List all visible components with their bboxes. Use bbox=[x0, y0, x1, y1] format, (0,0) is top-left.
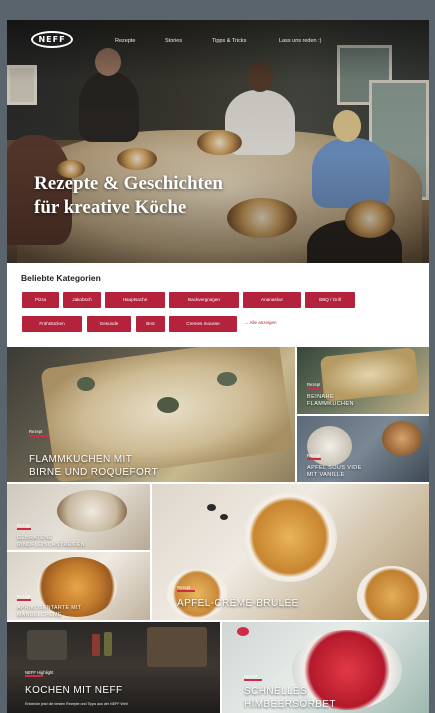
tile-accent-bar bbox=[244, 679, 262, 681]
tile-food-image bbox=[307, 426, 352, 466]
tile-food-image bbox=[242, 492, 337, 582]
tile-accent-bar bbox=[25, 675, 43, 677]
tile-title: Rindfleischstreifen bbox=[17, 542, 85, 548]
hero-banner: NEFF Rezepte Stories Tipps & Tricks Lass… bbox=[7, 20, 429, 263]
tile-tag: Rezept bbox=[307, 453, 321, 458]
tile-accent-bar bbox=[307, 458, 321, 460]
tile-food-detail bbox=[217, 372, 237, 386]
tile-subtitle: Entdecke jetzt die besten Rezepte und Ti… bbox=[25, 702, 128, 706]
tile-food-detail bbox=[207, 504, 216, 511]
tile-bottle-image bbox=[92, 634, 100, 656]
feature-tile-kochen-mit-neff[interactable]: NEFF Highlight Kochen mit NEFF Entdecke … bbox=[7, 622, 220, 713]
category-chip[interactable]: Frühstücken bbox=[22, 316, 82, 332]
tile-food-image bbox=[382, 421, 422, 456]
category-chip[interactable]: Cremes mousse bbox=[169, 316, 237, 332]
category-chip[interactable]: Pizza bbox=[22, 292, 59, 308]
tile-accent-bar bbox=[17, 599, 31, 601]
tile-title: Schnelles bbox=[244, 686, 308, 697]
tile-tag: Rezept bbox=[29, 429, 43, 434]
tile-food-image bbox=[57, 490, 127, 532]
category-chip[interactable]: BBQ / Grill bbox=[305, 292, 355, 308]
nav-link-reden[interactable]: Lass uns reden :) bbox=[279, 38, 322, 44]
nav-link-stories[interactable]: Stories bbox=[165, 38, 182, 44]
tile-food-image bbox=[319, 347, 420, 402]
tile-food-image bbox=[167, 569, 227, 619]
show-all-categories-link[interactable]: → Alle anzeigen bbox=[244, 320, 277, 325]
category-chip[interactable]: Jakobsch bbox=[63, 292, 101, 308]
tile-title: Apfel sous vide bbox=[307, 465, 362, 471]
top-navigation: NEFF Rezepte Stories Tipps & Tricks Lass… bbox=[7, 20, 429, 60]
category-chip[interactable]: Backvergnügen bbox=[169, 292, 239, 308]
categories-title: Beliebte Kategorien bbox=[21, 273, 101, 283]
tile-accent-bar bbox=[177, 590, 195, 592]
tile-food-detail bbox=[157, 397, 179, 413]
tile-tag: Rezept bbox=[177, 585, 191, 590]
tile-tag: Rezept bbox=[307, 382, 321, 387]
recipe-tile-apfel-sous-vide[interactable]: Rezept Apfel sous vide mit Vanille bbox=[297, 416, 429, 482]
nav-link-rezepte[interactable]: Rezepte bbox=[115, 38, 136, 44]
tile-tag: Rezept bbox=[17, 594, 31, 599]
tile-food-detail bbox=[220, 514, 228, 520]
category-chip[interactable]: Brot bbox=[136, 316, 165, 332]
tile-title: Flammkuchen bbox=[307, 401, 354, 407]
tile-accent-bar bbox=[29, 435, 49, 437]
tile-food-detail bbox=[237, 627, 249, 636]
recipe-tile-gebratene[interactable]: Rezept Gebratene Rindfleischstreifen bbox=[7, 484, 150, 550]
hero-title-line1: Rezepte & Geschichten bbox=[34, 173, 223, 194]
hero-title: Rezepte & Geschichten für kreative Köche bbox=[34, 172, 334, 220]
tile-title: Flammkuchen mit bbox=[29, 454, 133, 465]
category-chip[interactable]: Gesunde bbox=[87, 316, 131, 332]
tile-title: Birne und Roquefort bbox=[29, 467, 159, 478]
tile-title: Gebratene bbox=[17, 535, 53, 541]
tile-accent-bar bbox=[17, 528, 31, 530]
tile-tag: Rezept bbox=[17, 523, 31, 528]
page: NEFF Rezepte Stories Tipps & Tricks Lass… bbox=[7, 20, 429, 713]
tile-title: mit Vanille bbox=[307, 472, 345, 478]
recipe-tile-beinahe-flammkuchen[interactable]: Rezept Beinahe Flammkuchen bbox=[297, 347, 429, 414]
tile-title: Beinahe bbox=[307, 394, 334, 400]
nav-link-tipps[interactable]: Tipps & Tricks bbox=[212, 38, 246, 44]
category-chip[interactable]: Ananaskur bbox=[243, 292, 301, 308]
tile-food-image bbox=[357, 566, 427, 620]
tile-title: Kochen mit NEFF bbox=[25, 685, 123, 696]
tile-food-detail bbox=[77, 377, 95, 391]
tile-bottle-image bbox=[104, 632, 112, 656]
recipe-tile-creme-brulee[interactable]: Rezept Apfel-Crème-Brulée bbox=[152, 484, 429, 620]
tile-shelf-image bbox=[27, 630, 67, 660]
recipe-tile-flammkuchen[interactable]: Rezept Flammkuchen mit Birne und Roquefo… bbox=[7, 347, 295, 482]
tile-title: Aprikosentarte mit bbox=[17, 605, 82, 611]
hero-title-line2: für kreative Köche bbox=[34, 197, 187, 218]
tile-accent-bar bbox=[307, 387, 321, 389]
tile-food-image bbox=[292, 630, 402, 710]
recipe-tile-himbeersorbet[interactable]: Rezept Schnelles Himbeersorbet bbox=[222, 622, 429, 713]
tile-tag: Rezept bbox=[244, 674, 258, 679]
category-chip[interactable]: Hauptsache bbox=[105, 292, 165, 308]
tile-title: Mandelcreme bbox=[17, 612, 62, 618]
tile-shelf-image bbox=[147, 627, 207, 667]
tile-title: Apfel-Crème-Brulée bbox=[177, 598, 299, 609]
tile-title: Himbeersorbet bbox=[244, 699, 336, 710]
categories-section: Beliebte Kategorien Pizza Jakobsch Haupt… bbox=[7, 263, 429, 347]
screenshot-frame: NEFF Rezepte Stories Tipps & Tricks Lass… bbox=[0, 0, 435, 713]
neff-logo[interactable]: NEFF bbox=[31, 31, 73, 48]
tile-tag: NEFF Highlight bbox=[25, 670, 54, 675]
recipe-tile-aprikosentarte[interactable]: Rezept Aprikosentarte mit Mandelcreme bbox=[7, 552, 150, 620]
